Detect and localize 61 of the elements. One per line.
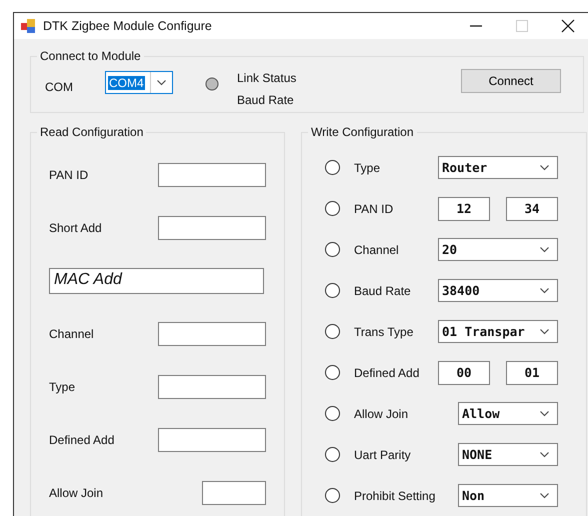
radio-button[interactable] <box>325 201 340 216</box>
dropdown[interactable]: NONE <box>458 443 558 466</box>
chevron-down-icon <box>540 410 549 416</box>
link-status-label: Link Status <box>237 71 296 85</box>
connect-button[interactable]: Connect <box>461 69 561 93</box>
chevron-down-icon <box>540 492 549 498</box>
option-label: Trans Type <box>354 324 414 338</box>
field-label: Type <box>49 380 76 394</box>
input-field[interactable] <box>158 322 266 346</box>
option-label: Defined Add <box>354 366 420 380</box>
input-field[interactable]: 01 <box>506 360 558 384</box>
input-field[interactable]: 34 <box>506 196 558 220</box>
input-field[interactable] <box>158 162 266 186</box>
input-field[interactable] <box>158 428 266 452</box>
dropdown[interactable]: 20 <box>438 238 558 261</box>
input-field[interactable] <box>158 374 266 398</box>
option-label: Uart Parity <box>354 448 412 462</box>
field-label: Short Add <box>49 220 102 234</box>
radio-button[interactable] <box>325 406 340 421</box>
input-field[interactable]: 00 <box>438 360 490 384</box>
option-label: Channel <box>354 242 400 256</box>
field-label: Allow Join <box>49 486 104 500</box>
field-label: Channel <box>49 326 94 340</box>
radio-button[interactable] <box>325 324 340 339</box>
chevron-down-icon <box>540 164 549 170</box>
field-label: PAN ID <box>49 168 88 182</box>
input-field[interactable] <box>158 216 266 240</box>
group-title: Connect to Module <box>39 49 142 63</box>
dropdown[interactable]: Router <box>438 156 558 179</box>
dropdown[interactable]: 01 Transpar <box>438 320 558 343</box>
com-label: COM <box>45 80 74 94</box>
group-title: Write Configuration <box>310 125 414 139</box>
option-label: PAN ID <box>354 202 394 216</box>
option-label: Baud Rate <box>354 284 412 298</box>
radio-button[interactable] <box>325 488 340 503</box>
input-field[interactable] <box>202 480 266 504</box>
chevron-down-icon <box>540 288 549 294</box>
radio-button[interactable] <box>325 283 340 298</box>
chevron-down-icon <box>540 328 549 334</box>
chevron-down-icon <box>157 80 166 86</box>
option-label: Type <box>354 160 382 174</box>
app-icon <box>21 19 35 33</box>
mac-field[interactable]: MAC Add <box>49 268 264 294</box>
radio-button[interactable] <box>325 365 340 380</box>
radio-button[interactable] <box>325 242 340 257</box>
com-dropdown[interactable]: COM4 <box>105 71 173 94</box>
status-led-icon <box>205 77 219 91</box>
group-title: Read Configuration <box>39 125 144 139</box>
dropdown[interactable]: Non <box>458 484 558 507</box>
dropdown[interactable]: Allow <box>458 402 558 425</box>
field-label: Defined Add <box>49 432 114 446</box>
radio-button[interactable] <box>325 447 340 462</box>
chevron-down-icon <box>540 452 549 458</box>
dropdown[interactable]: 38400 <box>438 279 558 302</box>
option-label: Allow Join <box>354 406 410 420</box>
option-label: Prohibit Setting <box>354 488 436 502</box>
chevron-down-icon <box>540 246 549 252</box>
window-title: DTK Zigbee Module Configure <box>43 19 212 33</box>
input-field[interactable]: 12 <box>438 196 490 220</box>
baud-rate-label: Baud Rate <box>237 93 295 107</box>
radio-button[interactable] <box>325 160 340 175</box>
